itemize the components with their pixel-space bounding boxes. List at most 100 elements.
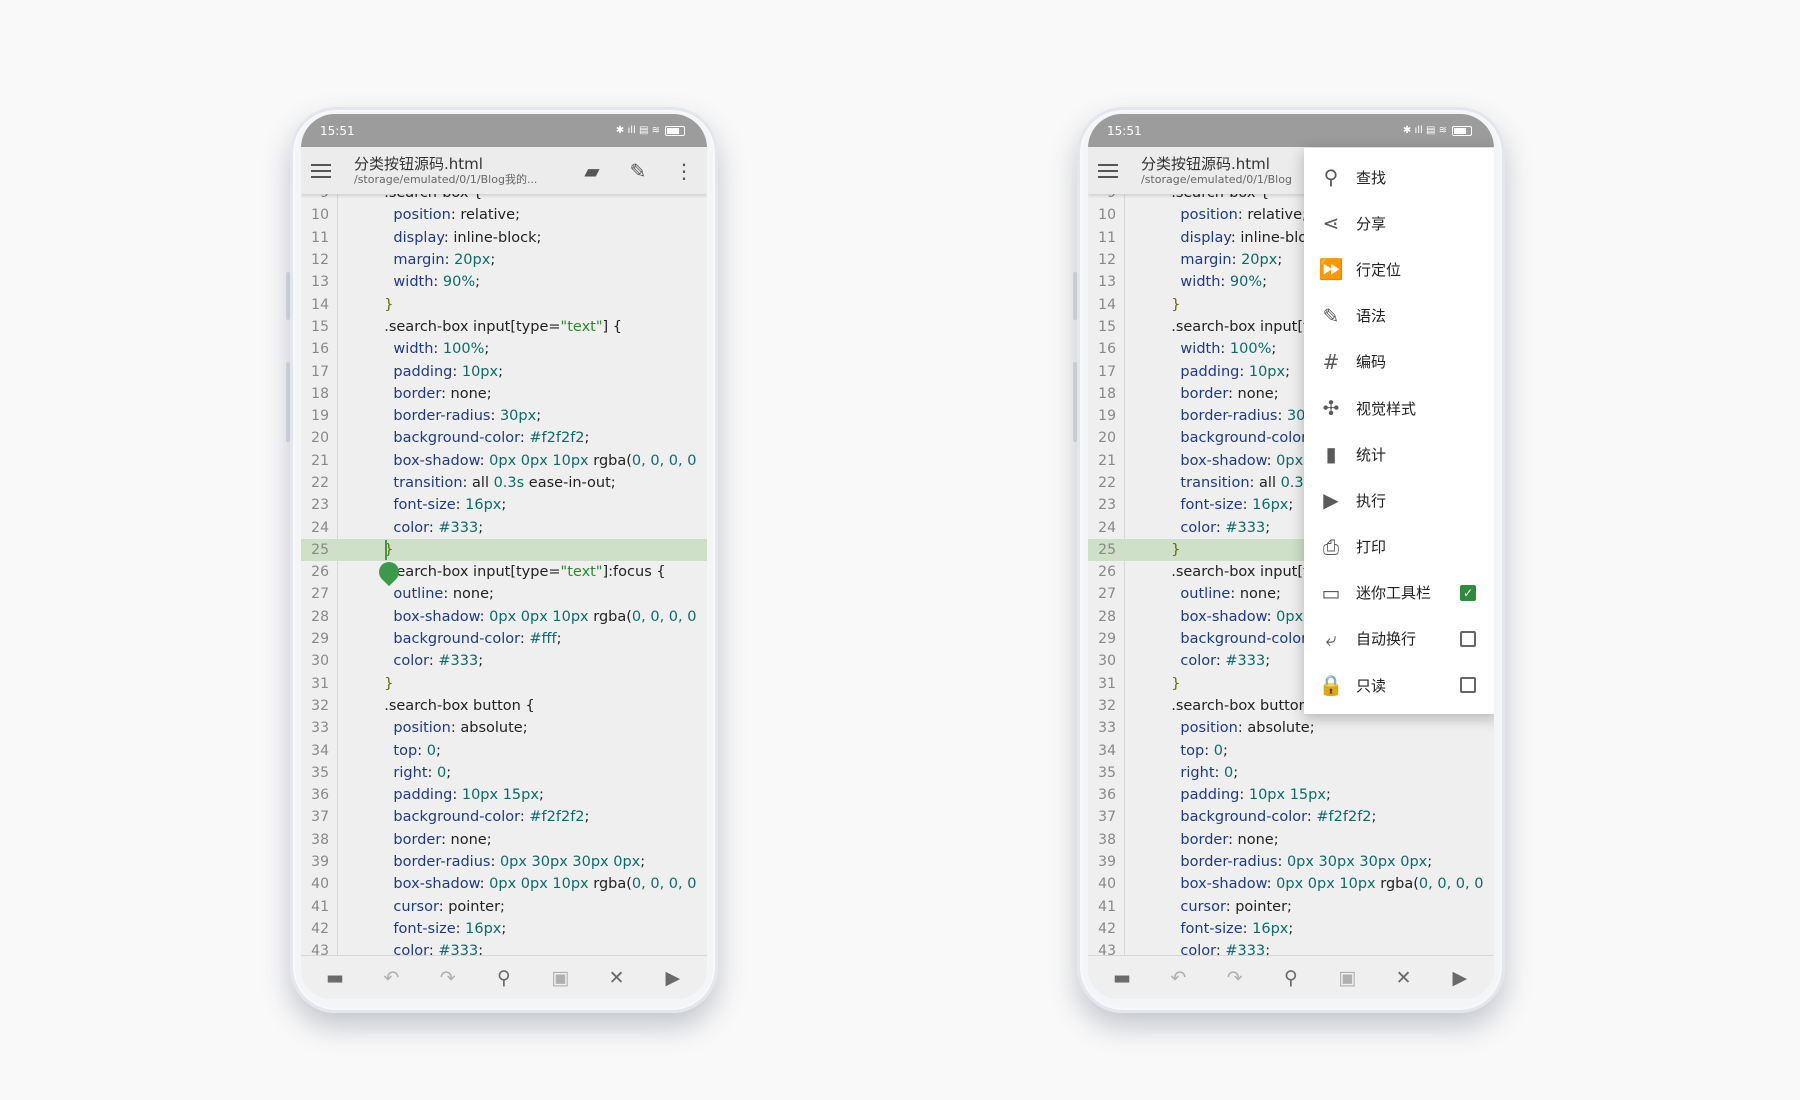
code-line[interactable]: 13 width: 90%; bbox=[301, 271, 707, 293]
code-token: : none; bbox=[1228, 385, 1279, 402]
code-line[interactable]: 36 padding: 10px 15px; bbox=[1088, 784, 1494, 806]
code-line[interactable]: 20 background-color: #f2f2f2; bbox=[301, 427, 707, 449]
code-line[interactable]: 9 .search-box { bbox=[301, 194, 707, 204]
code-line[interactable]: 27 outline: none; bbox=[301, 583, 707, 605]
code-line[interactable]: 35 right: 0; bbox=[1088, 762, 1494, 784]
search-icon[interactable]: ⚲ bbox=[1276, 967, 1306, 989]
code-line[interactable]: 41 cursor: pointer; bbox=[1088, 896, 1494, 918]
mini-toolbar-checkbox[interactable]: ✓ bbox=[1460, 584, 1476, 601]
line-number: 33 bbox=[1098, 720, 1116, 737]
code-line[interactable]: 11 display: inline-block; bbox=[301, 227, 707, 249]
code-line[interactable]: 38 border: none; bbox=[1088, 829, 1494, 851]
redo-icon[interactable]: ↷ bbox=[433, 967, 463, 989]
menu-item-read-only[interactable]: 🔒 只读 bbox=[1304, 662, 1494, 708]
close-icon[interactable]: ✕ bbox=[602, 967, 632, 989]
menu-item-encoding[interactable]: # 编码 bbox=[1304, 339, 1494, 385]
menu-item-mini-toolbar[interactable]: ▭ 迷你工具栏 ✓ bbox=[1304, 570, 1494, 616]
menu-item-goto-line[interactable]: ⏩ 行定位 bbox=[1304, 246, 1494, 292]
code-token: 0px 0px 10px bbox=[1276, 876, 1376, 893]
code-line[interactable]: 10 position: relative; bbox=[301, 204, 707, 226]
code-line[interactable]: 14 } bbox=[301, 293, 707, 315]
line-text: .search-box { bbox=[1120, 194, 1269, 201]
code-line[interactable]: 34 top: 0; bbox=[301, 739, 707, 761]
search-icon[interactable]: ⚲ bbox=[489, 967, 519, 989]
line-text: right: 0; bbox=[333, 765, 451, 781]
code-line[interactable]: 35 right: 0; bbox=[301, 762, 707, 784]
line-text: color: #333; bbox=[333, 943, 483, 955]
open-folder-icon[interactable]: ▬ bbox=[320, 967, 350, 989]
code-line[interactable]: 17 padding: 10px; bbox=[301, 360, 707, 382]
code-line[interactable]: 38 border: none; bbox=[301, 829, 707, 851]
code-line[interactable]: 31 } bbox=[301, 673, 707, 695]
code-line[interactable]: 16 width: 100%; bbox=[301, 338, 707, 360]
line-text: font-size: 16px; bbox=[1120, 921, 1293, 937]
run-icon[interactable]: ▶ bbox=[658, 967, 688, 989]
line-number: 9 bbox=[301, 194, 333, 201]
code-token: : bbox=[1239, 363, 1249, 380]
code-line[interactable]: 42 font-size: 16px; bbox=[1088, 918, 1494, 940]
code-line[interactable]: 39 border-radius: 0px 30px 30px 0px; bbox=[1088, 851, 1494, 873]
code-line[interactable]: 26 .search-box input[type="text"]:focus … bbox=[301, 558, 707, 587]
code-line[interactable]: 43 color: #333; bbox=[1088, 940, 1494, 955]
code-line[interactable]: 25 } bbox=[301, 538, 707, 562]
line-text: display: inline-block; bbox=[333, 230, 541, 246]
line-number: 12 bbox=[1098, 252, 1116, 269]
save-icon[interactable]: ▣ bbox=[1332, 967, 1362, 989]
code-line[interactable]: 18 border: none; bbox=[301, 383, 707, 405]
code-line[interactable]: 21 box-shadow: 0px 0px 10px rgba(0, 0, 0… bbox=[301, 450, 707, 472]
read-only-checkbox[interactable] bbox=[1460, 677, 1476, 694]
code-line[interactable]: 24 color: #333; bbox=[301, 516, 707, 538]
redo-icon[interactable]: ↷ bbox=[1220, 967, 1250, 989]
code-line[interactable]: 40 box-shadow: 0px 0px 10px rgba(0, 0, 0… bbox=[301, 873, 707, 895]
code-editor[interactable]: 9 .search-box {10 position: relative;11 … bbox=[301, 194, 707, 955]
save-icon[interactable]: ▣ bbox=[545, 967, 575, 989]
edit-pencil-icon[interactable]: ✎ bbox=[625, 159, 651, 183]
menu-item-syntax[interactable]: ✎ 语法 bbox=[1304, 293, 1494, 339]
code-line[interactable]: 39 border-radius: 0px 30px 30px 0px; bbox=[301, 851, 707, 873]
code-line[interactable]: 22 transition: all 0.3s ease-in-out; bbox=[301, 472, 707, 494]
code-line[interactable]: 42 font-size: 16px; bbox=[301, 918, 707, 940]
code-token: color bbox=[375, 653, 429, 670]
more-vert-icon[interactable]: ⋮ bbox=[671, 159, 697, 183]
code-line[interactable]: 43 color: #333; bbox=[301, 940, 707, 955]
code-line[interactable]: 33 position: absolute; bbox=[1088, 717, 1494, 739]
code-line[interactable]: 23 font-size: 16px; bbox=[301, 494, 707, 516]
word-wrap-checkbox[interactable] bbox=[1460, 630, 1476, 647]
code-line[interactable]: 19 border-radius: 30px; bbox=[301, 405, 707, 427]
code-token: 0 bbox=[426, 742, 436, 759]
menu-item-visual-style[interactable]: ✣ 视觉样式 bbox=[1304, 385, 1494, 431]
line-text: cursor: pointer; bbox=[1120, 899, 1292, 915]
code-line[interactable]: 28 box-shadow: 0px 0px 10px rgba(0, 0, 0… bbox=[301, 606, 707, 628]
menu-item-share[interactable]: ⋖ 分享 bbox=[1304, 200, 1494, 246]
menu-item-word-wrap[interactable]: ⤶ 自动换行 bbox=[1304, 616, 1494, 662]
battery-icon bbox=[1452, 125, 1472, 136]
run-icon[interactable]: ▶ bbox=[1445, 967, 1475, 989]
code-line[interactable]: 40 box-shadow: 0px 0px 10px rgba(0, 0, 0… bbox=[1088, 873, 1494, 895]
code-token: color bbox=[375, 943, 429, 955]
cursor-handle[interactable] bbox=[374, 558, 404, 587]
undo-icon[interactable]: ↶ bbox=[376, 967, 406, 989]
menu-item-statistics[interactable]: ▮ 统计 bbox=[1304, 431, 1494, 477]
code-line[interactable]: 34 top: 0; bbox=[1088, 739, 1494, 761]
code-token: } bbox=[1162, 296, 1181, 313]
hamburger-menu-icon[interactable] bbox=[1098, 158, 1124, 184]
code-line[interactable]: 32 .search-box button { bbox=[301, 695, 707, 717]
code-line[interactable]: 36 padding: 10px 15px; bbox=[301, 784, 707, 806]
code-line[interactable]: 41 cursor: pointer; bbox=[301, 896, 707, 918]
open-folder-icon[interactable]: ▬ bbox=[1107, 967, 1137, 989]
code-line[interactable]: 37 background-color: #f2f2f2; bbox=[301, 806, 707, 828]
menu-item-execute[interactable]: ▶ 执行 bbox=[1304, 477, 1494, 523]
code-line[interactable]: 30 color: #333; bbox=[301, 650, 707, 672]
folder-open-icon[interactable]: ▰ bbox=[579, 159, 605, 183]
menu-item-print[interactable]: ⎙ 打印 bbox=[1304, 524, 1494, 570]
close-icon[interactable]: ✕ bbox=[1389, 967, 1419, 989]
code-line[interactable]: 29 background-color: #fff; bbox=[301, 628, 707, 650]
battery-icon bbox=[665, 125, 685, 136]
undo-icon[interactable]: ↶ bbox=[1163, 967, 1193, 989]
code-line[interactable]: 12 margin: 20px; bbox=[301, 249, 707, 271]
code-line[interactable]: 33 position: absolute; bbox=[301, 717, 707, 739]
hamburger-menu-icon[interactable] bbox=[311, 158, 337, 184]
code-line[interactable]: 15 .search-box input[type="text"] { bbox=[301, 316, 707, 338]
code-line[interactable]: 37 background-color: #f2f2f2; bbox=[1088, 806, 1494, 828]
menu-item-find[interactable]: ⚲ 查找 bbox=[1304, 154, 1494, 200]
